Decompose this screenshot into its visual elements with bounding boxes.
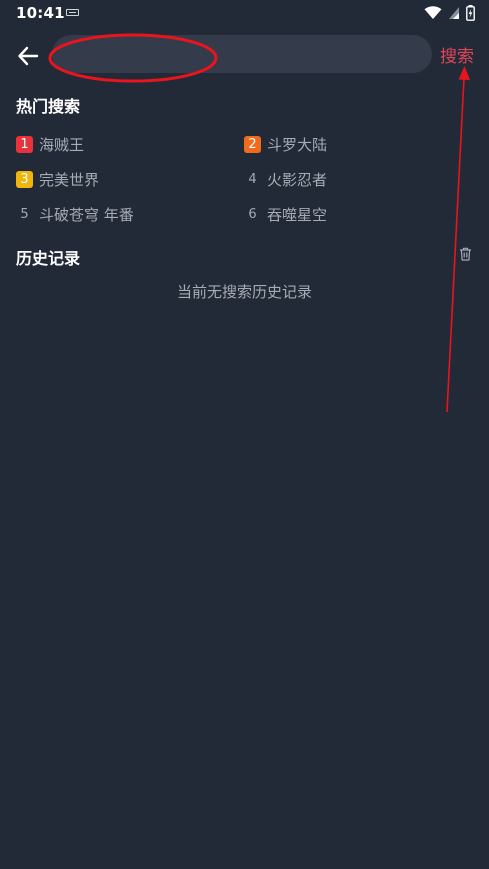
hot-search-title: 热门搜索 [16, 97, 81, 116]
arrow-left-icon [18, 46, 39, 66]
annotation-overlay [48, 33, 470, 413]
rank-number: 4 [248, 171, 257, 187]
trash-icon [459, 247, 471, 261]
hot-search-item-2[interactable]: 2 斗罗大陆 [244, 133, 327, 155]
hot-search-label: 斗罗大陆 [267, 135, 328, 154]
rank-badge: 2 [244, 135, 261, 153]
hot-search-item-3[interactable]: 3 完美世界 [16, 168, 99, 190]
hot-search-item-1[interactable]: 1 海贼王 [16, 133, 84, 155]
status-bar: 10:41 [0, 0, 489, 28]
hot-search-label: 海贼王 [39, 135, 85, 154]
history-title: 历史记录 [16, 249, 81, 268]
search-button[interactable]: 搜索 [440, 42, 474, 67]
hot-search-item-4[interactable]: 4 火影忍者 [244, 168, 327, 190]
hot-search-label: 火影忍者 [267, 170, 328, 189]
back-button[interactable] [12, 40, 44, 72]
search-input[interactable] [52, 35, 432, 73]
hot-search-item-6[interactable]: 6 吞噬星空 [244, 203, 327, 225]
hot-search-label: 斗破苍穹 年番 [39, 205, 134, 224]
hot-search-item-5[interactable]: 5 斗破苍穹 年番 [16, 203, 134, 225]
rank-badge: 3 [16, 170, 33, 188]
rank-badge: 1 [16, 135, 33, 153]
battery-icon [466, 5, 475, 21]
keyboard-icon [66, 9, 79, 16]
search-header: 搜索 [0, 30, 489, 82]
rank-number: 5 [20, 206, 29, 222]
rank-number: 6 [248, 206, 257, 222]
signal-icon [448, 6, 460, 20]
empty-history-text: 当前无搜索历史记录 [176, 283, 312, 301]
status-icons [424, 4, 475, 22]
status-time: 10:41 [16, 4, 65, 22]
clear-history-button[interactable] [456, 245, 474, 263]
hot-search-label: 完美世界 [39, 170, 100, 189]
hot-search-label: 吞噬星空 [267, 205, 328, 224]
wifi-icon [424, 6, 442, 20]
